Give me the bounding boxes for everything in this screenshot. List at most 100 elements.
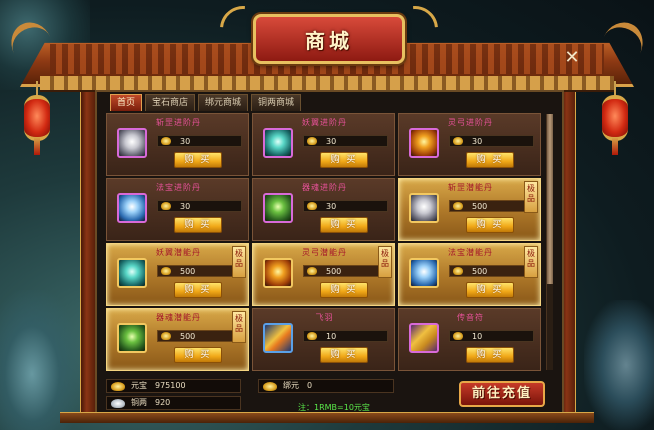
- yuanbao-icon: [307, 267, 317, 275]
- item-card[interactable]: 妖翼潜能丹 500 购 买 极品: [106, 243, 249, 306]
- buy-button[interactable]: 购 买: [466, 152, 514, 168]
- price-box: 30: [449, 135, 534, 147]
- scroll-icon: [409, 323, 439, 353]
- item-card[interactable]: 灵弓潜能丹 500 购 买 极品: [252, 243, 395, 306]
- price-box: 30: [303, 135, 388, 147]
- price-box: 10: [449, 330, 534, 342]
- close-icon: ✕: [564, 47, 580, 68]
- buy-button[interactable]: 购 买: [466, 347, 514, 363]
- bow-orb-icon: [409, 128, 439, 158]
- yuanbao-icon: [307, 332, 317, 340]
- left-pillar: [80, 84, 96, 422]
- buy-button[interactable]: 购 买: [174, 217, 222, 233]
- yuanbao-label: 元宝: [131, 381, 147, 390]
- item-price: 30: [326, 137, 337, 146]
- buy-button[interactable]: 购 买: [174, 347, 222, 363]
- scroll-thumb[interactable]: [547, 114, 553, 284]
- buy-button[interactable]: 购 买: [174, 152, 222, 168]
- green-orb-icon: [117, 323, 147, 353]
- buy-button[interactable]: 购 买: [174, 282, 222, 298]
- item-card[interactable]: 器魂潜能丹 500 购 买 极品: [106, 308, 249, 371]
- buy-button[interactable]: 购 买: [320, 282, 368, 298]
- item-card[interactable]: 妖翼进阶丹 30 购 买: [252, 113, 395, 176]
- orange-orb-icon: [263, 258, 293, 288]
- buy-button[interactable]: 购 买: [320, 152, 368, 168]
- item-price: 500: [326, 267, 342, 276]
- yuanbao-balance: 元宝 975100: [106, 379, 241, 393]
- item-name: 妖翼进阶丹: [302, 118, 347, 127]
- price-box: 10: [303, 330, 388, 342]
- item-name: 灵弓潜能丹: [302, 248, 347, 257]
- treasure-orb-icon: [117, 193, 147, 223]
- price-box: 500: [449, 200, 534, 212]
- item-price: 30: [180, 202, 191, 211]
- item-price: 30: [180, 137, 191, 146]
- yuanbao-icon: [161, 267, 171, 275]
- wing-icon: [263, 323, 293, 353]
- buy-button[interactable]: 购 买: [320, 217, 368, 233]
- buy-button[interactable]: 购 买: [466, 217, 514, 233]
- tongliang-balance: 铜两 920: [106, 396, 241, 410]
- premium-tag: 极品: [524, 246, 538, 278]
- item-card[interactable]: 飞羽 10 购 买: [252, 308, 395, 371]
- recharge-button[interactable]: 前往充值: [459, 381, 545, 407]
- window-title: 商城: [305, 28, 353, 53]
- item-name: 法宝进阶丹: [156, 183, 201, 192]
- item-price: 500: [472, 202, 488, 211]
- item-card[interactable]: 法宝潜能丹 500 购 买 极品: [398, 243, 541, 306]
- item-card[interactable]: 法宝进阶丹 30 购 买: [106, 178, 249, 241]
- tab-bound-yuan-shop[interactable]: 绑元商城: [198, 94, 249, 111]
- tongliang-label: 铜两: [131, 398, 147, 407]
- yuanbao-icon: [453, 267, 463, 275]
- price-box: 30: [157, 135, 242, 147]
- buy-button[interactable]: 购 买: [320, 347, 368, 363]
- yuanbao-icon: [111, 382, 125, 391]
- price-box: 30: [157, 200, 242, 212]
- item-card[interactable]: 斩罡进阶丹 30 购 买: [106, 113, 249, 176]
- bangyuan-label: 绑元: [283, 381, 299, 390]
- price-box: 500: [157, 265, 242, 277]
- tongliang-value: 920: [155, 398, 171, 407]
- item-card[interactable]: 传音符 10 购 买: [398, 308, 541, 371]
- yuanbao-icon: [453, 332, 463, 340]
- scrollbar[interactable]: [546, 114, 553, 370]
- tongliang-icon: [111, 399, 125, 408]
- item-card[interactable]: 器魂进阶丹 30 购 买: [252, 178, 395, 241]
- item-name: 灵弓进阶丹: [448, 118, 493, 127]
- background-scenery: [0, 290, 80, 430]
- price-box: 30: [303, 200, 388, 212]
- item-price: 30: [326, 202, 337, 211]
- shop-tabs: 首页 宝石商店 绑元商城 铜两商城: [110, 94, 302, 112]
- feather-orb-icon: [263, 128, 293, 158]
- price-box: 500: [449, 265, 534, 277]
- item-name: 器魂潜能丹: [156, 313, 201, 322]
- price-box: 500: [157, 330, 242, 342]
- bangyuan-balance: 绑元 0: [258, 379, 394, 393]
- premium-tag: 极品: [232, 246, 246, 278]
- teal-orb-icon: [117, 258, 147, 288]
- bangyuan-value: 0: [307, 381, 313, 390]
- tab-copper-shop[interactable]: 铜两商城: [251, 94, 302, 111]
- buy-button[interactable]: 购 买: [466, 282, 514, 298]
- close-button[interactable]: ✕: [563, 49, 581, 67]
- item-grid: 斩罡进阶丹 30 购 买 妖翼进阶丹 30 购 买 灵弓进阶丹 30 购 买 法…: [104, 113, 544, 371]
- tab-gem-shop[interactable]: 宝石商店: [145, 94, 196, 111]
- premium-tag: 极品: [232, 311, 246, 343]
- tab-home[interactable]: 首页: [110, 94, 143, 111]
- yuanbao-icon: [161, 202, 171, 210]
- item-name: 妖翼潜能丹: [156, 248, 201, 257]
- yuanbao-icon: [453, 137, 463, 145]
- frame-base: [60, 412, 594, 423]
- item-card[interactable]: 灵弓进阶丹 30 购 买: [398, 113, 541, 176]
- item-price: 30: [472, 137, 483, 146]
- item-card[interactable]: 斩罡潜能丹 500 购 买 极品: [398, 178, 541, 241]
- sky-orb-icon: [409, 258, 439, 288]
- item-price: 10: [326, 332, 337, 341]
- item-name: 斩罡潜能丹: [448, 183, 493, 192]
- item-price: 10: [472, 332, 483, 341]
- yuanbao-value: 975100: [155, 381, 186, 390]
- background-scenery: [584, 300, 654, 430]
- item-name: 飞羽: [315, 313, 334, 322]
- title-plaque: 商城: [253, 14, 405, 64]
- crystal-orb-icon: [117, 128, 147, 158]
